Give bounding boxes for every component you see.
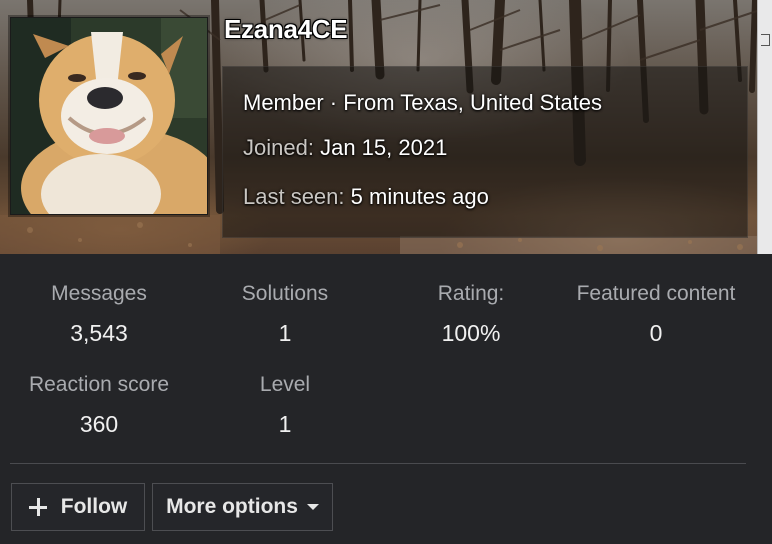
stat-label: Solutions — [241, 282, 329, 305]
joined-date: Jan 15, 2021 — [320, 135, 448, 160]
bulldog-avatar-icon — [11, 18, 207, 214]
joined-line: Joined: Jan 15, 2021 — [243, 135, 447, 161]
username[interactable]: Ezana4CE — [224, 14, 348, 45]
follow-button-label: Follow — [60, 495, 128, 518]
stat-value: 1 — [278, 320, 292, 346]
joined-label: Joined: — [243, 135, 314, 160]
stat-label: Reaction score — [28, 373, 170, 396]
stat-value: 360 — [79, 411, 119, 437]
profile-card: Ezana4CE Member · From Texas, United Sta… — [0, 0, 772, 544]
stat-messages[interactable]: Messages 3,543 — [9, 282, 189, 347]
caret-down-icon — [306, 504, 319, 510]
stat-label: Rating: — [437, 282, 505, 305]
stat-rating: Rating: 100% — [381, 282, 561, 347]
stat-reaction-score[interactable]: Reaction score 360 — [9, 373, 189, 438]
stat-value: 0 — [649, 320, 663, 346]
stat-value: 3,543 — [70, 320, 128, 346]
last-seen-line: Last seen: 5 minutes ago — [243, 184, 489, 210]
stat-label: Level — [259, 373, 311, 396]
stat-value: 1 — [278, 411, 292, 437]
plus-icon — [28, 498, 47, 516]
stat-featured-content[interactable]: Featured content 0 — [566, 282, 746, 347]
last-seen-value[interactable]: 5 minutes ago — [351, 184, 489, 209]
member-info-panel: Member · From Texas, United States Joine… — [222, 66, 748, 238]
side-scroll-tab — [757, 0, 772, 254]
profile-banner: Ezana4CE Member · From Texas, United Sta… — [0, 0, 772, 254]
stat-level: Level 1 — [195, 373, 375, 438]
profile-stats: Messages 3,543 Solutions 1 Rating: 100% … — [0, 254, 772, 544]
stat-solutions[interactable]: Solutions 1 — [195, 282, 375, 347]
section-divider — [10, 463, 746, 464]
stat-label: Featured content — [576, 282, 736, 305]
stat-value: 100% — [441, 320, 501, 346]
follow-button[interactable]: Follow — [11, 483, 145, 531]
avatar[interactable] — [10, 17, 208, 215]
more-options-label: More options — [166, 495, 298, 518]
stat-label: Messages — [51, 282, 147, 305]
member-title-line: Member · From Texas, United States — [243, 90, 603, 115]
more-options-button[interactable]: More options — [152, 483, 333, 531]
last-seen-label: Last seen: — [243, 184, 345, 209]
